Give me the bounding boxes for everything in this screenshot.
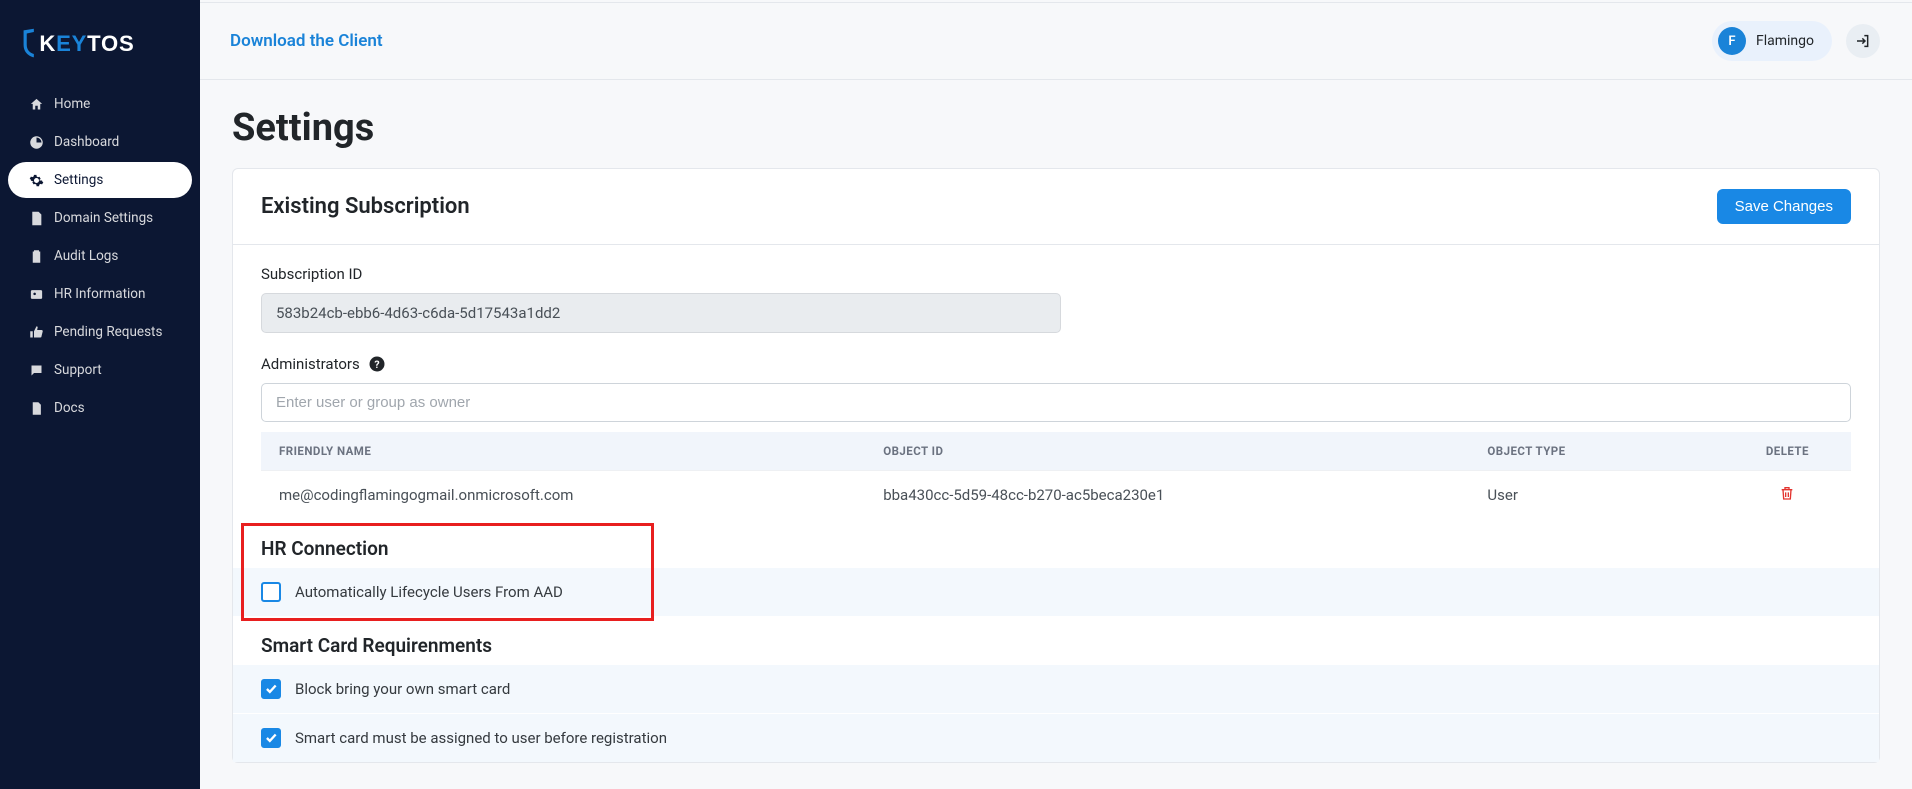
dashboard-icon <box>28 134 44 150</box>
option-label: Block bring your own smart card <box>295 680 510 698</box>
sidebar-item-home[interactable]: Home <box>8 86 192 122</box>
col-delete: DELETE <box>1724 432 1851 471</box>
sidebar-item-audit-logs[interactable]: Audit Logs <box>8 238 192 274</box>
col-object-id: OBJECT ID <box>865 432 1469 471</box>
save-changes-button[interactable]: Save Changes <box>1717 189 1851 224</box>
option-label: Smart card must be assigned to user befo… <box>295 729 667 747</box>
col-friendly-name: FRIENDLY NAME <box>261 432 865 471</box>
sidebar-item-label: Pending Requests <box>54 324 162 340</box>
sidebar-item-label: Domain Settings <box>54 210 153 226</box>
document-icon <box>28 210 44 226</box>
logout-button[interactable] <box>1846 24 1880 58</box>
person-card-icon <box>28 286 44 302</box>
gear-icon <box>28 172 44 188</box>
file-icon <box>28 400 44 416</box>
cell-object-type: User <box>1469 471 1723 520</box>
sidebar-item-hr-information[interactable]: HR Information <box>8 276 192 312</box>
home-icon <box>28 96 44 112</box>
user-menu[interactable]: F Flamingo <box>1712 21 1832 61</box>
smartcard-assigned-option[interactable]: Smart card must be assigned to user befo… <box>233 713 1879 762</box>
sidebar-item-docs[interactable]: Docs <box>8 390 192 426</box>
trash-icon <box>1779 485 1795 501</box>
page-title: Settings <box>232 106 1880 150</box>
administrators-input[interactable] <box>261 383 1851 422</box>
checkbox-unchecked[interactable] <box>261 582 281 602</box>
sidebar-item-label: Audit Logs <box>54 248 118 264</box>
option-label: Automatically Lifecycle Users From AAD <box>295 583 563 601</box>
card-title: Existing Subscription <box>261 194 470 219</box>
sidebar-item-label: Dashboard <box>54 134 119 150</box>
help-icon[interactable]: ? <box>368 355 386 373</box>
checkbox-checked[interactable] <box>261 679 281 699</box>
chat-icon <box>28 362 44 378</box>
sidebar-item-dashboard[interactable]: Dashboard <box>8 124 192 160</box>
cell-object-id: bba430cc-5d59-48cc-b270-ac5beca230e1 <box>865 471 1469 520</box>
main-content: Download the Client F Flamingo Settings … <box>200 0 1912 789</box>
thumbs-up-icon <box>28 324 44 340</box>
download-client-link[interactable]: Download the Client <box>230 31 383 51</box>
hr-connection-title: HR Connection <box>261 519 1851 568</box>
sidebar-item-label: Support <box>54 362 102 378</box>
sidebar-item-settings[interactable]: Settings <box>8 162 192 198</box>
smartcard-title: Smart Card Requirenments <box>233 616 1879 665</box>
col-object-type: OBJECT TYPE <box>1469 432 1723 471</box>
checkbox-checked[interactable] <box>261 728 281 748</box>
cell-friendly-name: me@codingflamingogmail.onmicrosoft.com <box>261 471 865 520</box>
clipboard-icon <box>28 248 44 264</box>
svg-text:?: ? <box>374 358 379 371</box>
user-name: Flamingo <box>1756 33 1814 49</box>
logout-icon <box>1855 33 1871 49</box>
topbar: Download the Client F Flamingo <box>200 2 1912 80</box>
sidebar-item-label: Settings <box>54 172 103 188</box>
svg-text:KEYTOS: KEYTOS <box>39 31 134 56</box>
delete-button[interactable] <box>1779 485 1795 501</box>
settings-card: Existing Subscription Save Changes Subsc… <box>232 168 1880 763</box>
administrators-label: Administrators <box>261 355 360 373</box>
avatar: F <box>1718 27 1746 55</box>
sidebar-item-label: HR Information <box>54 286 145 302</box>
sidebar-item-label: Docs <box>54 400 85 416</box>
sidebar-item-domain-settings[interactable]: Domain Settings <box>8 200 192 236</box>
smartcard-block-byo-option[interactable]: Block bring your own smart card <box>233 665 1879 713</box>
table-row: me@codingflamingogmail.onmicrosoft.com b… <box>261 471 1851 520</box>
subscription-id-label: Subscription ID <box>261 265 1081 283</box>
brand-logo: KEYTOS <box>0 12 200 84</box>
administrators-table: FRIENDLY NAME OBJECT ID OBJECT TYPE DELE… <box>261 432 1851 519</box>
sidebar-item-pending-requests[interactable]: Pending Requests <box>8 314 192 350</box>
subscription-id-value: 583b24cb-ebb6-4d63-c6da-5d17543a1dd2 <box>261 293 1061 333</box>
sidebar: KEYTOS Home Dashboard Settings Domain Se… <box>0 0 200 789</box>
hr-lifecycle-option[interactable]: Automatically Lifecycle Users From AAD <box>233 568 1879 616</box>
sidebar-item-label: Home <box>54 96 90 112</box>
sidebar-item-support[interactable]: Support <box>8 352 192 388</box>
